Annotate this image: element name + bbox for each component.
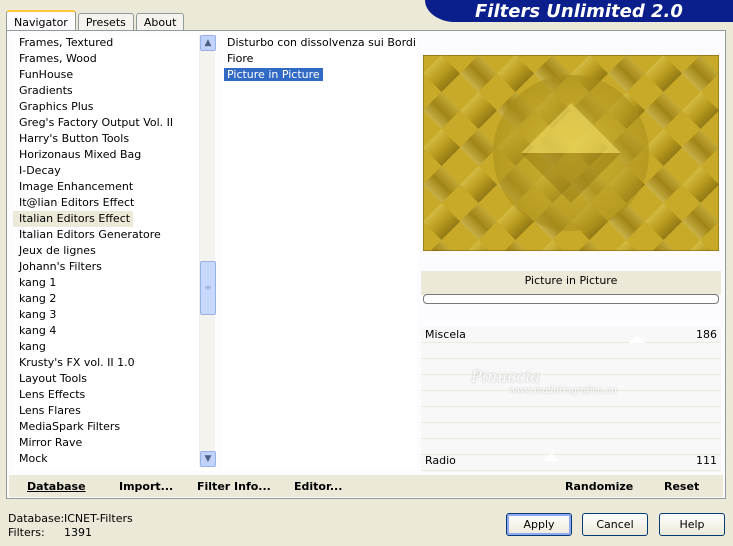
progress-bar — [423, 294, 719, 304]
preview-image — [423, 55, 719, 251]
category-item[interactable]: I-Decay — [13, 163, 215, 179]
filter-list[interactable]: Disturbo con dissolvenza sui Bordi Fiore P… — [221, 35, 417, 471]
category-item[interactable]: Frames, Wood — [13, 51, 215, 67]
randomize-button[interactable]: Randomize — [565, 480, 633, 493]
slider-thumb-icon[interactable] — [629, 335, 645, 343]
category-item[interactable]: Frames, Textured — [13, 35, 215, 51]
category-item[interactable]: Lens Flares — [13, 403, 215, 419]
category-item[interactable]: Image Enhancement — [13, 179, 215, 195]
status-filters-label: Filters: — [8, 526, 45, 539]
category-item[interactable]: kang 4 — [13, 323, 215, 339]
category-list[interactable]: Frames, Textured Frames, Wood FunHouse Grad… — [13, 35, 215, 471]
bottom-toolbar: Database Import... Filter Info... Editor… — [9, 475, 723, 497]
preview-pattern — [423, 55, 719, 251]
reset-button[interactable]: Reset — [664, 480, 699, 493]
category-item[interactable]: Harry's Button Tools — [13, 131, 215, 147]
filter-info-button[interactable]: Filter Info... — [197, 480, 271, 493]
filter-item-label: Fiore — [227, 52, 254, 65]
param-miscela[interactable]: Miscela 186 — [421, 327, 721, 343]
filter-item[interactable]: Picture in Picture — [221, 67, 417, 83]
status-db-label: Database: — [8, 512, 65, 525]
status-filters-value: 1391 — [64, 526, 92, 539]
help-button[interactable]: Help — [659, 513, 725, 536]
category-item[interactable]: FunHouse — [13, 67, 215, 83]
category-scrollbar[interactable]: ▲ ≡ ▼ — [199, 35, 216, 467]
preview-area: Picture in Picture Miscela 186 Pinuccia … — [421, 35, 721, 472]
param-radio[interactable]: Radio 111 — [421, 453, 721, 469]
category-item[interactable]: Horizonaus Mixed Bag — [13, 147, 215, 163]
category-item[interactable]: Layout Tools — [13, 371, 215, 387]
brand-banner: Filters Unlimited 2.0 — [425, 0, 733, 22]
tab-strip: Navigator Presets About — [6, 9, 186, 32]
filter-item-label: Disturbo con dissolvenza sui Bordi — [227, 36, 416, 49]
category-item[interactable]: Gradients — [13, 83, 215, 99]
editor-button[interactable]: Editor... — [294, 480, 342, 493]
tab-presets[interactable]: Presets — [77, 13, 134, 31]
category-item[interactable]: Lens Effects — [13, 387, 215, 403]
apply-button[interactable]: Apply — [506, 513, 572, 536]
watermark: Pinuccia www.maildirsgrafica.eu — [471, 367, 617, 396]
filter-item[interactable]: Fiore — [221, 51, 417, 67]
scroll-down-icon[interactable]: ▼ — [200, 451, 216, 467]
import-button[interactable]: Import... — [119, 480, 173, 493]
filter-item-label: Picture in Picture — [224, 68, 323, 81]
param-miscela-value: 186 — [696, 328, 717, 341]
param-radio-label: Radio — [425, 454, 456, 467]
tab-about[interactable]: About — [135, 13, 185, 31]
param-radio-value: 111 — [696, 454, 717, 467]
category-item[interactable]: Johann's Filters — [13, 259, 215, 275]
category-item[interactable]: Jeux de lignes — [13, 243, 215, 259]
parameter-sliders: Miscela 186 Pinuccia www.maildirsgrafica… — [421, 327, 721, 472]
category-item[interactable]: MediaSpark Filters — [13, 419, 215, 435]
watermark-url: www.maildirsgrafica.eu — [509, 386, 617, 396]
database-button[interactable]: Database — [27, 480, 86, 493]
category-item[interactable]: Greg's Factory Output Vol. II — [13, 115, 215, 131]
category-item[interactable]: kang 2 — [13, 291, 215, 307]
category-item[interactable]: It@lian Editors Effect — [13, 195, 215, 211]
brand-title: Filters Unlimited 2.0 — [475, 0, 683, 22]
watermark-title: Pinuccia — [471, 367, 541, 386]
category-item[interactable]: kang — [13, 339, 215, 355]
category-item[interactable]: Graphics Plus — [13, 99, 215, 115]
navigator-panel: Frames, Textured Frames, Wood FunHouse Grad… — [6, 30, 726, 499]
category-item[interactable]: Italian Editors Generatore — [13, 227, 215, 243]
param-miscela-label: Miscela — [425, 328, 466, 341]
category-item[interactable]: Italian Editors Effect — [13, 211, 134, 227]
category-item[interactable]: kang 3 — [13, 307, 215, 323]
category-item[interactable]: Mock — [13, 451, 215, 467]
status-info: Database: ICNET-Filters Filters: 1391 — [8, 512, 133, 540]
cancel-button[interactable]: Cancel — [582, 513, 648, 536]
category-item[interactable]: Mirror Rave — [13, 435, 215, 451]
filter-item[interactable]: Disturbo con dissolvenza sui Bordi — [221, 35, 417, 51]
preview-title: Picture in Picture — [421, 271, 721, 295]
category-item[interactable]: kang 1 — [13, 275, 215, 291]
tab-navigator[interactable]: Navigator — [6, 10, 76, 32]
category-item[interactable]: Krusty's FX vol. II 1.0 — [13, 355, 215, 371]
scroll-thumb[interactable]: ≡ — [200, 261, 216, 315]
scroll-up-icon[interactable]: ▲ — [200, 35, 216, 51]
status-db-value: ICNET-Filters — [64, 512, 133, 525]
